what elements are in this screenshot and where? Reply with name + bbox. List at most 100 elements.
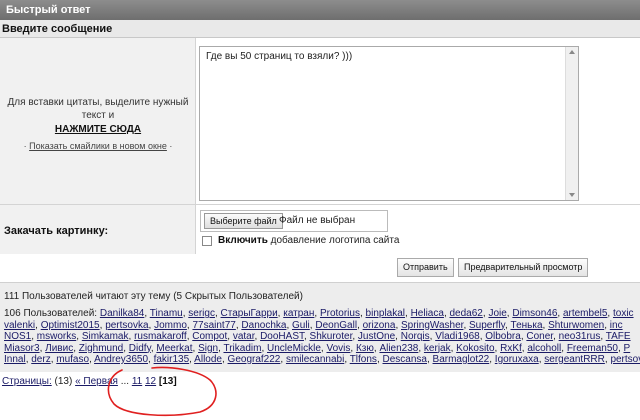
reader-user-link[interactable]: Zighmund — [79, 343, 123, 354]
reader-user-link[interactable]: serigc — [188, 308, 215, 319]
file-input[interactable]: Выберите файл Файл не выбран — [200, 210, 388, 232]
reader-user-link[interactable]: mufaso — [56, 354, 89, 365]
reader-user-link[interactable]: Shkuroter — [310, 331, 353, 342]
reader-user-link[interactable]: Heliaca — [411, 308, 444, 319]
reader-user-link[interactable]: smilecannabi — [286, 354, 344, 365]
reader-user-link[interactable]: DeonGall — [315, 320, 357, 331]
reader-user-link[interactable]: inc — [610, 320, 623, 331]
reader-user-link[interactable]: derz — [31, 354, 50, 365]
reader-user-link[interactable]: Shturwomen — [548, 320, 604, 331]
reader-user-link[interactable]: neo31rus — [559, 331, 601, 342]
reader-user-link[interactable]: Innal — [4, 354, 26, 365]
message-scrollbar[interactable] — [565, 47, 578, 200]
reader-user-link[interactable]: alcoholl — [527, 343, 561, 354]
reader-user-link[interactable]: Ливис — [45, 343, 73, 354]
reader-user-link[interactable]: binplakal — [366, 308, 405, 319]
reader-user-link[interactable]: Superfly — [469, 320, 505, 331]
reader-user-link[interactable]: Compot — [192, 331, 227, 342]
reader-user-link[interactable]: Norqis — [401, 331, 430, 342]
reader-user-link[interactable]: deda62 — [450, 308, 483, 319]
reader-user-link[interactable]: P — [624, 343, 631, 354]
logo-checkbox-label[interactable]: Включить добавление логотипа сайта — [218, 235, 399, 246]
message-textarea[interactable]: Где вы 50 страниц то взяли? ))) — [199, 46, 579, 201]
reader-user-link[interactable]: sergeantRRR — [544, 354, 605, 365]
reader-user-link[interactable]: Freeman50 — [567, 343, 618, 354]
reader-user-link[interactable]: Sign — [198, 343, 218, 354]
reader-user-link[interactable]: Olbobra — [485, 331, 521, 342]
readers-summary: 111 Пользователей читают эту тему (5 Скр… — [4, 291, 303, 302]
reader-user-link[interactable]: Alien238 — [379, 343, 418, 354]
scroll-down-arrow-icon[interactable] — [569, 193, 575, 197]
first-page-link[interactable]: « Первая — [75, 376, 118, 387]
quote-hint-panel: Для вставки цитаты, выделите нужный текс… — [0, 38, 196, 204]
reader-user-link[interactable]: UncleMickle — [267, 343, 321, 354]
reader-user-link[interactable]: Кзю — [356, 343, 374, 354]
reader-user-link[interactable]: Guli — [292, 320, 310, 331]
reader-user-link[interactable]: 77saint77 — [192, 320, 235, 331]
reader-user-link[interactable]: rusmakaroff — [134, 331, 187, 342]
reader-user-link[interactable]: valenki — [4, 320, 35, 331]
reader-user-link[interactable]: vatar — [233, 331, 255, 342]
reader-user-link[interactable]: Vovis — [326, 343, 350, 354]
page-link-12[interactable]: 12 — [145, 376, 156, 387]
reader-user-link[interactable]: Danochka — [241, 320, 286, 331]
reader-user-link[interactable]: Тенька — [511, 320, 543, 331]
reader-user-link[interactable]: Allode — [194, 354, 222, 365]
reader-user-link[interactable]: toxic — [613, 308, 634, 319]
reader-user-link[interactable]: Meerkat — [156, 343, 192, 354]
reader-user-link[interactable]: Simkamak — [82, 331, 129, 342]
reader-user-link[interactable]: RxKf — [500, 343, 522, 354]
choose-file-button[interactable]: Выберите файл — [204, 213, 283, 229]
pages-ellipsis: ... — [120, 376, 130, 387]
reader-user-link[interactable]: SpringWasher — [401, 320, 463, 331]
reader-user-link[interactable]: msworks — [37, 331, 76, 342]
upload-row: Закачать картинку: Выберите файл Файл не… — [0, 204, 640, 255]
reader-user-link[interactable]: катран — [283, 308, 314, 319]
reader-user-link[interactable]: Dimson46 — [512, 308, 557, 319]
reader-user-link[interactable]: fakir135 — [154, 354, 190, 365]
reader-user-link[interactable]: Geograf222 — [228, 354, 281, 365]
reader-user-link[interactable]: Tinamu — [150, 308, 183, 319]
reader-user-link[interactable]: Jommo — [154, 320, 187, 331]
preview-button[interactable]: Предварительный просмотр — [458, 258, 589, 277]
reader-user-link[interactable]: Danilka84 — [100, 308, 144, 319]
smiles-row: · Показать смайлики в новом окне · — [0, 141, 196, 151]
reader-user-link[interactable]: TAFE — [606, 331, 631, 342]
reader-user-link[interactable]: JustOne — [358, 331, 395, 342]
reader-user-link[interactable]: СтарыГарри — [221, 308, 278, 319]
reader-user-link[interactable]: artembel5 — [563, 308, 607, 319]
page-link-11[interactable]: 11 — [132, 376, 142, 387]
pages-count: (13) — [54, 376, 73, 387]
logo-label-rest: добавление логотипа сайта — [270, 235, 400, 246]
reader-user-link[interactable]: orizona — [363, 320, 396, 331]
readers-row: Miasor3, Ливис, Zighmund, Didfy, Meerkat… — [4, 342, 631, 354]
reader-user-link[interactable]: Kokosito — [456, 343, 494, 354]
reader-user-link[interactable]: Descansa — [383, 354, 427, 365]
reader-user-link[interactable]: pertsovka — [105, 320, 148, 331]
reader-user-link[interactable]: Miasor3 — [4, 343, 40, 354]
reader-user-link[interactable]: Tlfons — [350, 354, 377, 365]
reader-user-link[interactable]: Igoruxaxa — [495, 354, 539, 365]
reader-user-link[interactable]: Barmaglot22 — [433, 354, 490, 365]
reader-user-link[interactable]: kerjak — [424, 343, 451, 354]
insert-quote-link[interactable]: НАЖМИТЕ СЮДА — [0, 123, 196, 136]
reader-user-link[interactable]: Didfy — [129, 343, 151, 354]
reader-user-link[interactable]: Optimist2015 — [41, 320, 100, 331]
reader-user-link[interactable]: Joie — [488, 308, 506, 319]
reader-user-link[interactable]: DooHAST — [260, 331, 304, 342]
logo-checkbox[interactable] — [202, 236, 212, 246]
reader-user-link[interactable]: Coner — [526, 331, 553, 342]
readers-row: Innal, derz, mufaso, Andrey3650, fakir13… — [4, 354, 640, 366]
scroll-up-arrow-icon[interactable] — [569, 50, 575, 54]
reader-user-link[interactable]: NOS1 — [4, 331, 31, 342]
pages-label[interactable]: Страницы: — [2, 376, 52, 387]
message-editor-cell: Где вы 50 страниц то взяли? ))) — [196, 38, 640, 204]
show-smiles-link[interactable]: Показать смайлики в новом окне — [29, 141, 167, 151]
reader-user-link[interactable]: Vladi1968 — [435, 331, 479, 342]
reader-user-link[interactable]: Protorius — [320, 308, 360, 319]
reader-user-link[interactable]: Trikadim — [223, 343, 261, 354]
pagination: Страницы: (13) « Первая ... 11 12 [13] — [0, 376, 177, 387]
reader-user-link[interactable]: pertsovka — [610, 354, 640, 365]
send-button[interactable]: Отправить — [397, 258, 454, 277]
reader-user-link[interactable]: Andrey3650 — [94, 354, 148, 365]
